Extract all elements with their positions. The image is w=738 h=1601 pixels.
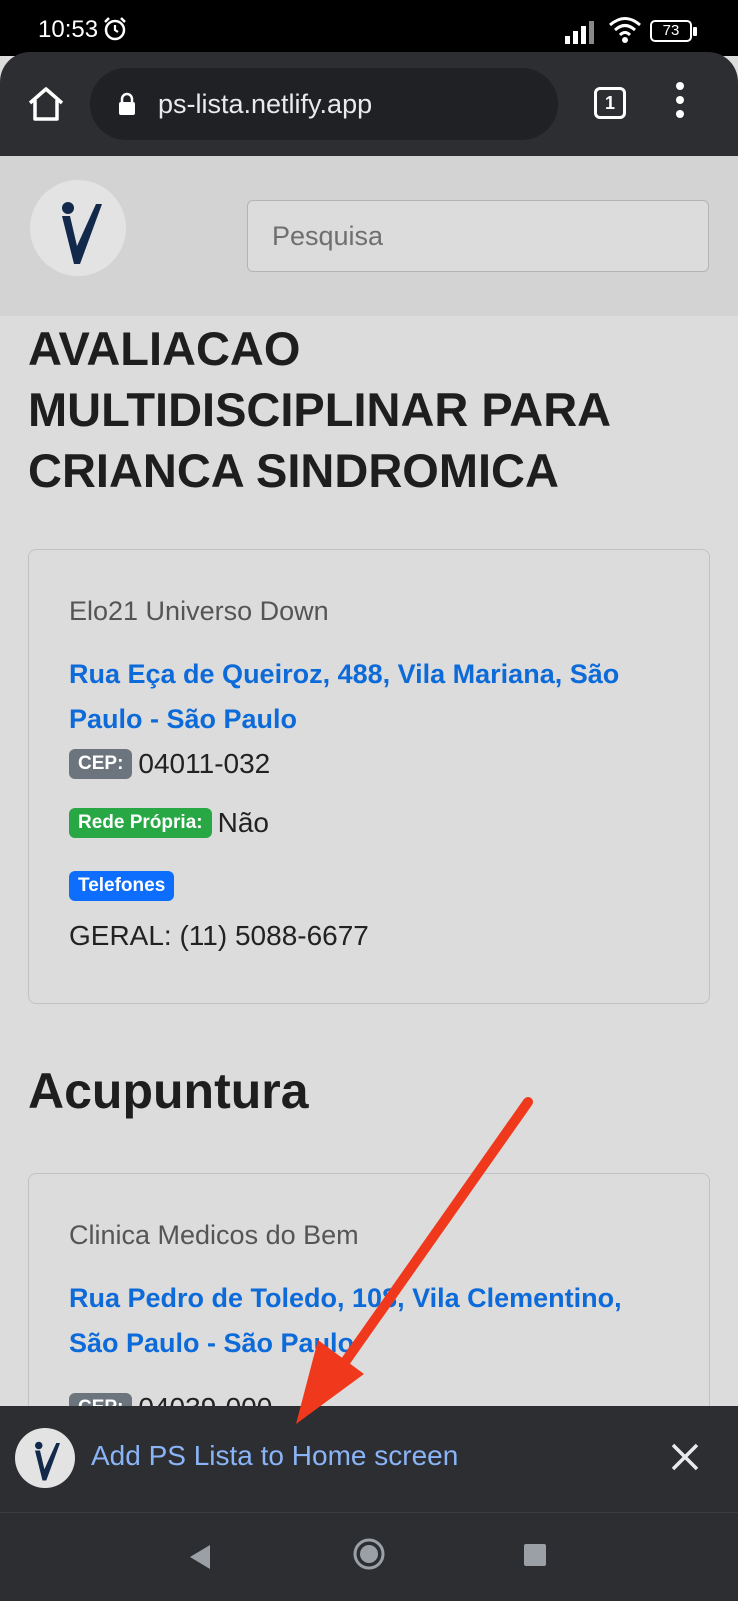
provider-card: Elo21 Universo Down Rua Eça de Queiroz, … [28, 549, 710, 1004]
rede-propria-value: Não [217, 806, 269, 838]
tab-switcher-button[interactable]: 1 [594, 87, 626, 119]
logo-figure-icon [62, 202, 102, 264]
app-icon [15, 1428, 75, 1488]
home-icon[interactable] [24, 82, 68, 126]
add-to-home-banner[interactable]: Add PS Lista to Home screen [0, 1406, 738, 1512]
status-bar: 10:53 73 [0, 0, 738, 56]
rede-row: Rede Própria: Não [69, 805, 269, 839]
telefones-badge: Telefones [69, 870, 175, 901]
back-icon[interactable] [188, 1543, 214, 1571]
provider-name: Elo21 Universo Down [69, 596, 329, 626]
cep-value: 04011-032 [138, 747, 271, 779]
phones-row: Telefones [69, 868, 175, 901]
provider-card: Clinica Medicos do Bem Rua Pedro de Tole… [28, 1173, 710, 1433]
provider-name: Clinica Medicos do Bem [69, 1220, 359, 1250]
cep-badge: CEP: [69, 748, 133, 779]
more-options-icon[interactable] [672, 82, 688, 126]
battery-icon: 73 [650, 20, 697, 42]
system-navigation-bar [0, 1512, 738, 1601]
section-title: AVALIACAO MULTIDISCIPLINAR PARA CRIANCA … [28, 322, 610, 497]
home-nav-icon[interactable] [352, 1537, 386, 1571]
provider-address-link[interactable]: Rua Eça de Queiroz, 488, Vila Mariana, S… [69, 652, 669, 742]
address-bar[interactable]: ps-lista.netlify.app [90, 68, 558, 140]
provider-address-link[interactable]: Rua Pedro de Toledo, 108, Vila Clementin… [69, 1276, 669, 1366]
phone-number[interactable]: GERAL: (11) 5088-6677 [69, 920, 369, 952]
section-title: Acupuntura [28, 1063, 309, 1119]
add-to-home-link[interactable]: Add PS Lista to Home screen [91, 1440, 458, 1472]
cep-row: CEP: 04011-032 [69, 746, 270, 780]
wifi-icon [609, 17, 641, 43]
signal-icon [565, 21, 594, 44]
site-header [0, 156, 738, 316]
close-icon[interactable] [670, 1442, 700, 1472]
lock-icon [119, 92, 135, 115]
status-time: 10:53 [38, 16, 99, 43]
rede-propria-badge: Rede Própria: [69, 807, 212, 838]
recents-icon[interactable] [524, 1544, 546, 1566]
site-logo[interactable] [30, 180, 126, 276]
url-text: ps-lista.netlify.app [158, 89, 373, 119]
alarm-icon [104, 17, 126, 41]
browser-toolbar: ps-lista.netlify.app 1 [0, 52, 738, 156]
search-input[interactable] [247, 200, 709, 272]
